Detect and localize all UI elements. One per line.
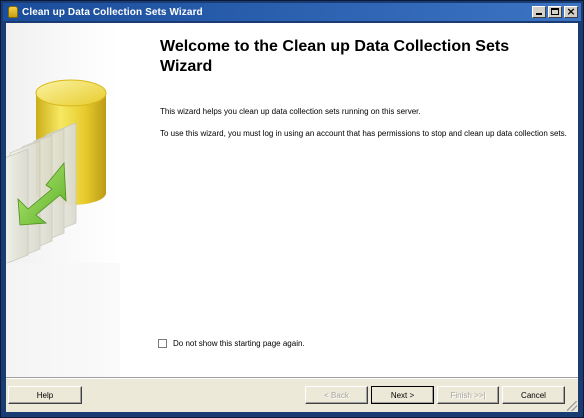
cancel-button[interactable]: Cancel	[502, 386, 565, 404]
title-bar[interactable]: Clean up Data Collection Sets Wizard ×	[3, 3, 581, 21]
close-button[interactable]: ×	[564, 5, 578, 18]
button-bar-divider	[6, 377, 578, 379]
window-title: Clean up Data Collection Sets Wizard	[22, 6, 203, 18]
database-documents-arrow-icon	[6, 79, 120, 377]
database-icon	[8, 6, 18, 18]
side-panel	[6, 23, 120, 377]
help-button[interactable]: Help	[8, 386, 82, 404]
finish-button[interactable]: Finish >>|	[437, 386, 499, 404]
content-area: Welcome to the Clean up Data Collection …	[6, 23, 578, 377]
maximize-button[interactable]	[548, 6, 562, 18]
wizard-window: Clean up Data Collection Sets Wizard × W…	[0, 0, 584, 418]
skip-start-page-checkbox[interactable]	[158, 339, 167, 348]
permissions-text: To use this wizard, you must log in usin…	[160, 129, 567, 138]
main-panel: Welcome to the Clean up Data Collection …	[120, 23, 578, 377]
window-controls: ×	[532, 5, 578, 18]
intro-text: This wizard helps you clean up data coll…	[160, 107, 421, 116]
wizard-client: Welcome to the Clean up Data Collection …	[6, 23, 578, 412]
minimize-icon	[536, 13, 542, 15]
skip-start-page-label[interactable]: Do not show this starting page again.	[173, 339, 305, 348]
page-title: Welcome to the Clean up Data Collection …	[160, 38, 510, 75]
resize-grip[interactable]	[567, 401, 577, 411]
minimize-button[interactable]	[532, 6, 546, 18]
skip-start-page-option[interactable]: Do not show this starting page again.	[158, 339, 305, 348]
back-button[interactable]: < Back	[305, 386, 368, 404]
next-button[interactable]: Next >	[371, 386, 434, 404]
maximize-icon	[551, 8, 559, 15]
close-icon: ×	[566, 5, 576, 18]
